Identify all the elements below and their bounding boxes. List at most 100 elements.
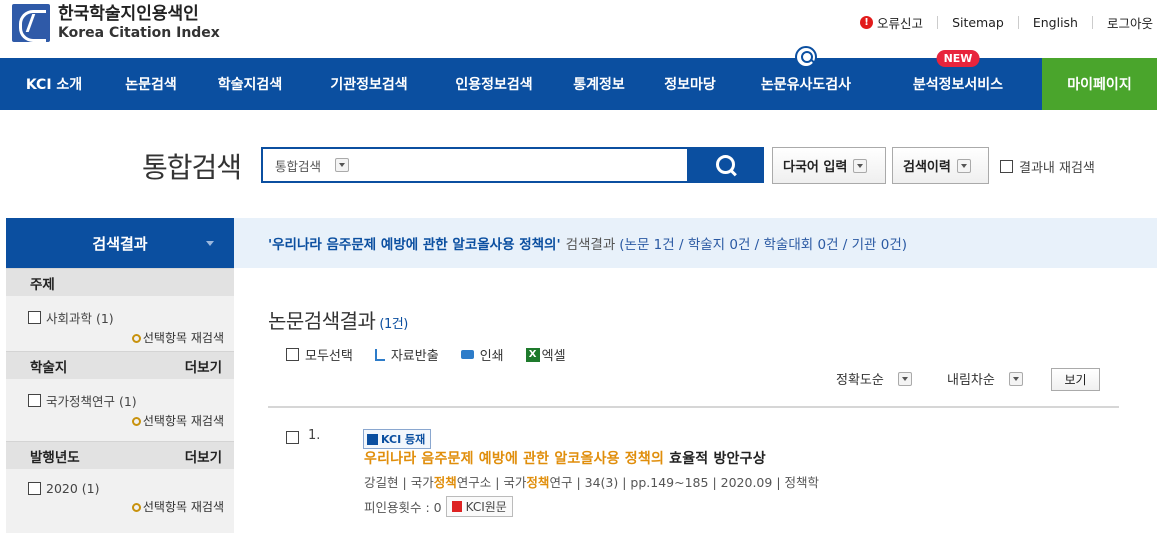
search-box: 통합검색	[261, 147, 764, 183]
nav-item-analysis-service[interactable]: NEW 분석정보서비스	[874, 50, 1042, 110]
volume-link[interactable]: 34(3)	[585, 475, 619, 490]
sidebar-header[interactable]: 검색결과	[6, 218, 234, 268]
author-link[interactable]: 강길현	[364, 475, 399, 490]
magnifier-icon	[131, 503, 141, 512]
facet-more-link[interactable]: 더보기	[185, 356, 222, 376]
divider	[1017, 16, 1019, 29]
export-button[interactable]: 자료반출	[374, 345, 439, 364]
summary-counts: (논문 1건 / 학술지 0건 / 학술대회 0건 / 기관 0건)	[619, 237, 908, 253]
search-within-results[interactable]: 결과내 재검색	[1000, 157, 1095, 176]
sort-order-select[interactable]: 내림차순	[947, 369, 1023, 388]
select-all-checkbox[interactable]	[286, 348, 299, 361]
magnifier-badge-icon	[795, 46, 817, 68]
search-within-checkbox[interactable]	[1000, 160, 1013, 173]
facet-checkbox[interactable]	[28, 482, 41, 495]
nav-label: 분석정보서비스	[912, 77, 1004, 93]
nav-item-similarity-check[interactable]: 논문유사도검사	[738, 46, 874, 110]
search-scope-value: 통합검색	[275, 158, 322, 174]
facet-option[interactable]: 2020 (1)	[28, 481, 224, 496]
journal-link[interactable]: 국가정책연구	[503, 475, 572, 490]
title-highlight: 우리나라 음주문제 예방에 관한 알코올사용 정책의	[364, 451, 665, 467]
refilter-link[interactable]: 선택항목 재검색	[28, 412, 224, 429]
search-history-button[interactable]: 검색이력	[892, 147, 989, 184]
view-button[interactable]: 보기	[1051, 368, 1100, 391]
pub-date: 2020.09	[720, 475, 773, 490]
nav-item-kci-intro[interactable]: KCI 소개	[0, 58, 108, 110]
publisher-link[interactable]: 국가정책연구소	[411, 475, 492, 490]
result-checkbox[interactable]	[286, 431, 299, 444]
facet-more-link[interactable]: 더보기	[185, 446, 222, 466]
multilang-input-button[interactable]: 다국어 입력	[772, 147, 886, 184]
nav-label: 기관정보검색	[330, 77, 408, 93]
nav-item-info-plaza[interactable]: 정보마당	[642, 58, 738, 110]
nav-item-statistics[interactable]: 통계정보	[556, 58, 642, 110]
facet-option-label: 국가정책연구 (1)	[46, 394, 137, 409]
nav-item-article-search[interactable]: 논문검색	[108, 58, 194, 110]
nav-label: 통계정보	[573, 77, 625, 93]
search-button[interactable]	[687, 147, 764, 183]
main-nav: KCI 소개 논문검색 학술지검색 기관정보검색 인용정보검색 통계정보 정보마…	[0, 46, 1157, 110]
sort-field-select[interactable]: 정확도순	[836, 369, 912, 388]
logo-korean-text: 한국학술지인용색인	[58, 4, 199, 25]
english-link[interactable]: English	[1033, 15, 1078, 30]
nav-label: 인용정보검색	[455, 77, 533, 93]
summary-label: 검색결과	[565, 237, 616, 253]
search-input[interactable]	[373, 149, 687, 181]
section-title-label: 논문검색결과	[268, 309, 376, 333]
select-all-label: 모두선택	[305, 349, 353, 364]
journal-highlight: 정책	[526, 475, 550, 490]
nav-item-mypage[interactable]: 마이페이지	[1042, 58, 1157, 110]
error-report-link[interactable]: 오류신고	[877, 13, 923, 32]
title-rest: 효율적 방안구상	[664, 451, 766, 467]
publisher-part: 국가	[410, 475, 434, 490]
select-all[interactable]: 모두선택	[286, 345, 353, 364]
new-badge: NEW	[936, 50, 980, 67]
nav-item-journal-search[interactable]: 학술지검색	[194, 58, 306, 110]
sitemap-link[interactable]: Sitemap	[952, 15, 1004, 30]
nav-item-citation-search[interactable]: 인용정보검색	[432, 58, 556, 110]
excel-button[interactable]: X 엑셀	[525, 345, 566, 364]
facet-checkbox[interactable]	[28, 311, 41, 324]
section-title: 논문검색결과 (1건)	[268, 305, 408, 334]
refilter-link[interactable]: 선택항목 재검색	[28, 329, 224, 346]
cited-count: 피인용횟수 : 0	[364, 500, 442, 515]
excel-icon: X	[525, 347, 540, 362]
print-label: 인쇄	[479, 349, 504, 364]
logout-link[interactable]: 로그아웃	[1107, 13, 1153, 32]
kci-logo[interactable]: 한국학술지인용색인 Korea Citation Index	[12, 4, 220, 42]
print-button[interactable]: 인쇄	[460, 345, 504, 364]
result-number: 1.	[308, 428, 321, 443]
chevron-down-icon	[956, 158, 971, 173]
search-scope-select[interactable]: 통합검색	[263, 156, 373, 175]
facet-option-label: 사회과학 (1)	[46, 311, 114, 326]
chevron-down-icon	[335, 158, 350, 172]
search-within-label: 결과내 재검색	[1019, 161, 1095, 176]
kci-original-button[interactable]: KCI원문	[445, 496, 513, 517]
facet-subject-body: 사회과학 (1) 선택항목 재검색	[6, 296, 234, 351]
facet-journal-header: 학술지 더보기	[6, 351, 234, 379]
pages: pp.149~185	[630, 475, 709, 490]
publisher-highlight: 정책	[433, 475, 457, 490]
facet-option[interactable]: 사회과학 (1)	[28, 308, 224, 327]
facet-checkbox[interactable]	[28, 394, 41, 407]
result-meta: 강길현 | 국가정책연구소 | 국가정책연구 | 34(3) | pp.149~…	[364, 472, 819, 491]
facet-year-body: 2020 (1) 선택항목 재검색	[6, 469, 234, 523]
pdf-icon	[451, 501, 462, 512]
chevron-down-icon	[1008, 371, 1023, 386]
facet-year-header: 발행년도 더보기	[6, 441, 234, 469]
sort-order-value: 내림차순	[947, 373, 995, 388]
facet-journal-body: 국가정책연구 (1) 선택항목 재검색	[6, 379, 234, 441]
export-icon	[374, 348, 385, 361]
chevron-down-icon	[853, 158, 868, 173]
refilter-link[interactable]: 선택항목 재검색	[28, 498, 224, 515]
journal-part: 국가	[503, 475, 527, 490]
badge-label: KCI 등재	[381, 433, 426, 446]
nav-item-institution-search[interactable]: 기관정보검색	[306, 58, 432, 110]
meta-separator: |	[402, 475, 411, 490]
nav-label: 학술지검색	[217, 77, 283, 93]
nav-label: 마이페이지	[1067, 77, 1132, 93]
nav-label: KCI 소개	[25, 77, 83, 93]
excel-label: 엑셀	[541, 349, 566, 364]
result-title-link[interactable]: 우리나라 음주문제 예방에 관한 알코올사용 정책의 효율적 방안구상	[364, 448, 766, 468]
facet-option[interactable]: 국가정책연구 (1)	[28, 391, 224, 410]
